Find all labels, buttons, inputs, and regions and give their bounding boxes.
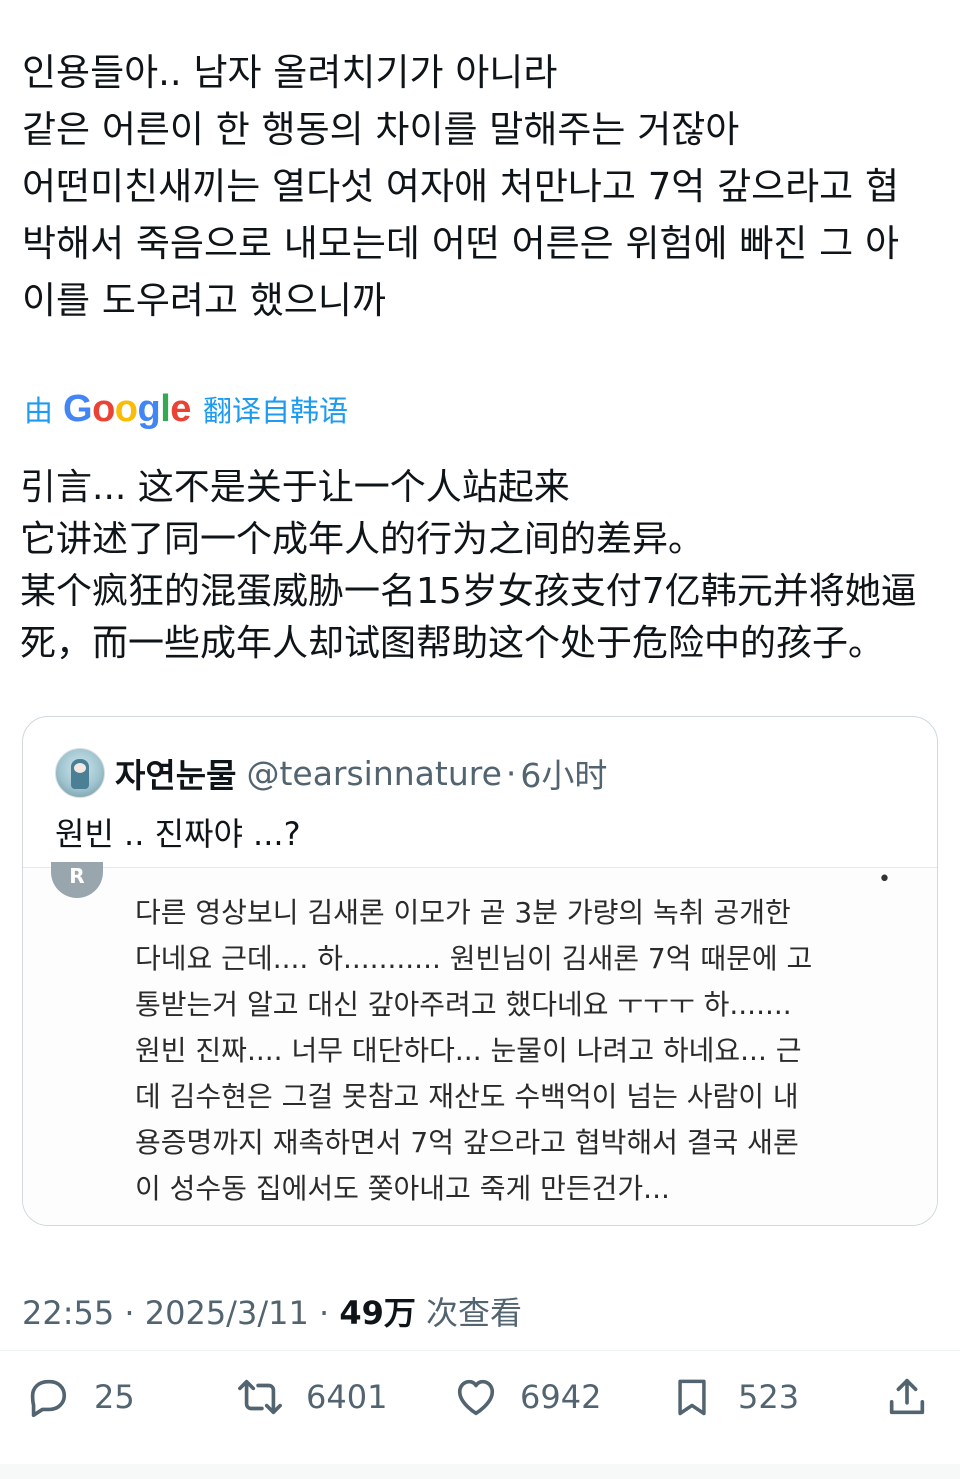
share-icon [884,1373,930,1421]
embedded-text-line: 이 성수동 집에서도 쫒아내고 죽게 만든건가... [135,1172,670,1205]
bookmark-button[interactable]: 523 [670,1366,799,1428]
view-count-label: 次查看 [426,1294,523,1332]
google-logo: Google [63,387,191,430]
embedded-comment-text: 다른 영상보니 김새론 이모가 곧 3분 가량의 녹취 공개한 다네요 근데..… [135,890,895,1212]
quoted-timestamp[interactable]: 6小时 [520,749,607,797]
separator-dot: · [124,1294,135,1332]
tweet-text-line: 이를 도우려고 했으니까 [22,279,386,322]
tweet-text-line: 박해서 죽음으로 내모는데 어떤 어른은 위험에 빠진 그 아 [22,222,900,265]
translated-text-line: 它讲述了同一个成年人的行为之间的差异。 [20,519,705,560]
quoted-display-name[interactable]: 자연눈물 [115,749,236,797]
embedded-text-line: 다네요 근데.... 하........... 원빈님이 김새론 7억 때문에 … [135,942,813,975]
translated-text-line: 死，而一些成年人却试图帮助这个处于危险中的孩子。 [20,623,885,664]
quoted-tweet-image[interactable]: R • 다른 영상보니 김새론 이모가 곧 3분 가량의 녹취 공개한 다네요 … [23,862,937,1225]
retweet-icon [234,1374,286,1420]
embedded-text-line: 다른 영상보니 김새론 이모가 곧 3분 가량의 녹취 공개한 [135,896,791,929]
reply-count: 25 [94,1378,135,1416]
like-count: 6942 [520,1378,602,1416]
separator-dot: · [505,753,517,793]
tweet-text: 인용들아.. 남자 올려치기가 아니라 같은 어른이 한 행동의 차이를 말해주… [22,44,942,329]
more-options-icon: • [878,867,891,892]
tweet-date[interactable]: 2025/3/11 [145,1294,309,1332]
share-button[interactable] [884,1366,930,1428]
translation-by-label: 由 [24,394,54,428]
tweet-text-line: 같은 어른이 한 행동의 차이를 말해주는 거잖아 [22,108,740,151]
translated-text: 引言... 这不是关于让一个人站起来 它讲述了同一个成年人的行为之间的差异。 某… [20,462,950,670]
like-icon [452,1374,500,1420]
quoted-handle[interactable]: @tearsinnature [246,754,501,793]
divider [0,1350,960,1351]
embedded-avatar: R [51,862,103,898]
embedded-text-line: 원빈 진짜.... 너무 대단하다... 눈물이 나려고 하네요... 근 [135,1034,802,1067]
like-button[interactable]: 6942 [452,1366,601,1428]
bookmark-count: 523 [738,1378,800,1416]
tweet-text-line: 인용들아.. 남자 올려치기가 아니라 [22,51,558,94]
quoted-tweet-text: 원빈 .. 진짜야 ...? [55,815,301,853]
retweet-button[interactable]: 6401 [234,1366,387,1428]
quoted-tweet-header: 자연눈물 @tearsinnature · 6小时 [55,745,607,801]
translated-text-line: 引言... 这不是关于让一个人站起来 [20,467,570,508]
separator-dot: · [318,1294,330,1332]
translation-attribution[interactable]: 由 Google 翻译自韩语 [24,384,348,434]
tweet-time[interactable]: 22:55 [22,1294,114,1332]
reply-icon [24,1374,70,1420]
embedded-text-line: 데 김수현은 그걸 못참고 재산도 수백억이 넘는 사람이 내 [135,1080,799,1113]
quoted-tweet-card[interactable]: 자연눈물 @tearsinnature · 6小时 원빈 .. 진짜야 ...?… [22,716,938,1226]
embedded-text-line: 용증명까지 재촉하면서 7억 갚으라고 협박해서 결국 새론 [135,1126,799,1159]
reply-button[interactable]: 25 [24,1366,135,1428]
bottom-edge [0,1464,960,1479]
embedded-text-line: 통받는거 알고 대신 갚아주려고 했다네요 ㅜㅜㅜ 하....... [135,988,792,1021]
translation-source-label: 翻译自韩语 [202,394,348,428]
view-count: 49万 [339,1294,416,1332]
action-bar: 25 6401 6942 523 [0,1366,960,1428]
translated-text-line: 某个疯狂的混蛋威胁一名15岁女孩支付7亿韩元并将她逼 [20,571,917,612]
avatar[interactable] [55,748,105,798]
tweet-text-line: 어떤미친새끼는 열다섯 여자애 처만나고 7억 갚으라고 협 [22,165,900,208]
bookmark-icon [670,1373,714,1421]
retweet-count: 6401 [306,1378,388,1416]
tweet-meta: 22:55 · 2025/3/11 · 49万 次查看 [22,1288,522,1334]
